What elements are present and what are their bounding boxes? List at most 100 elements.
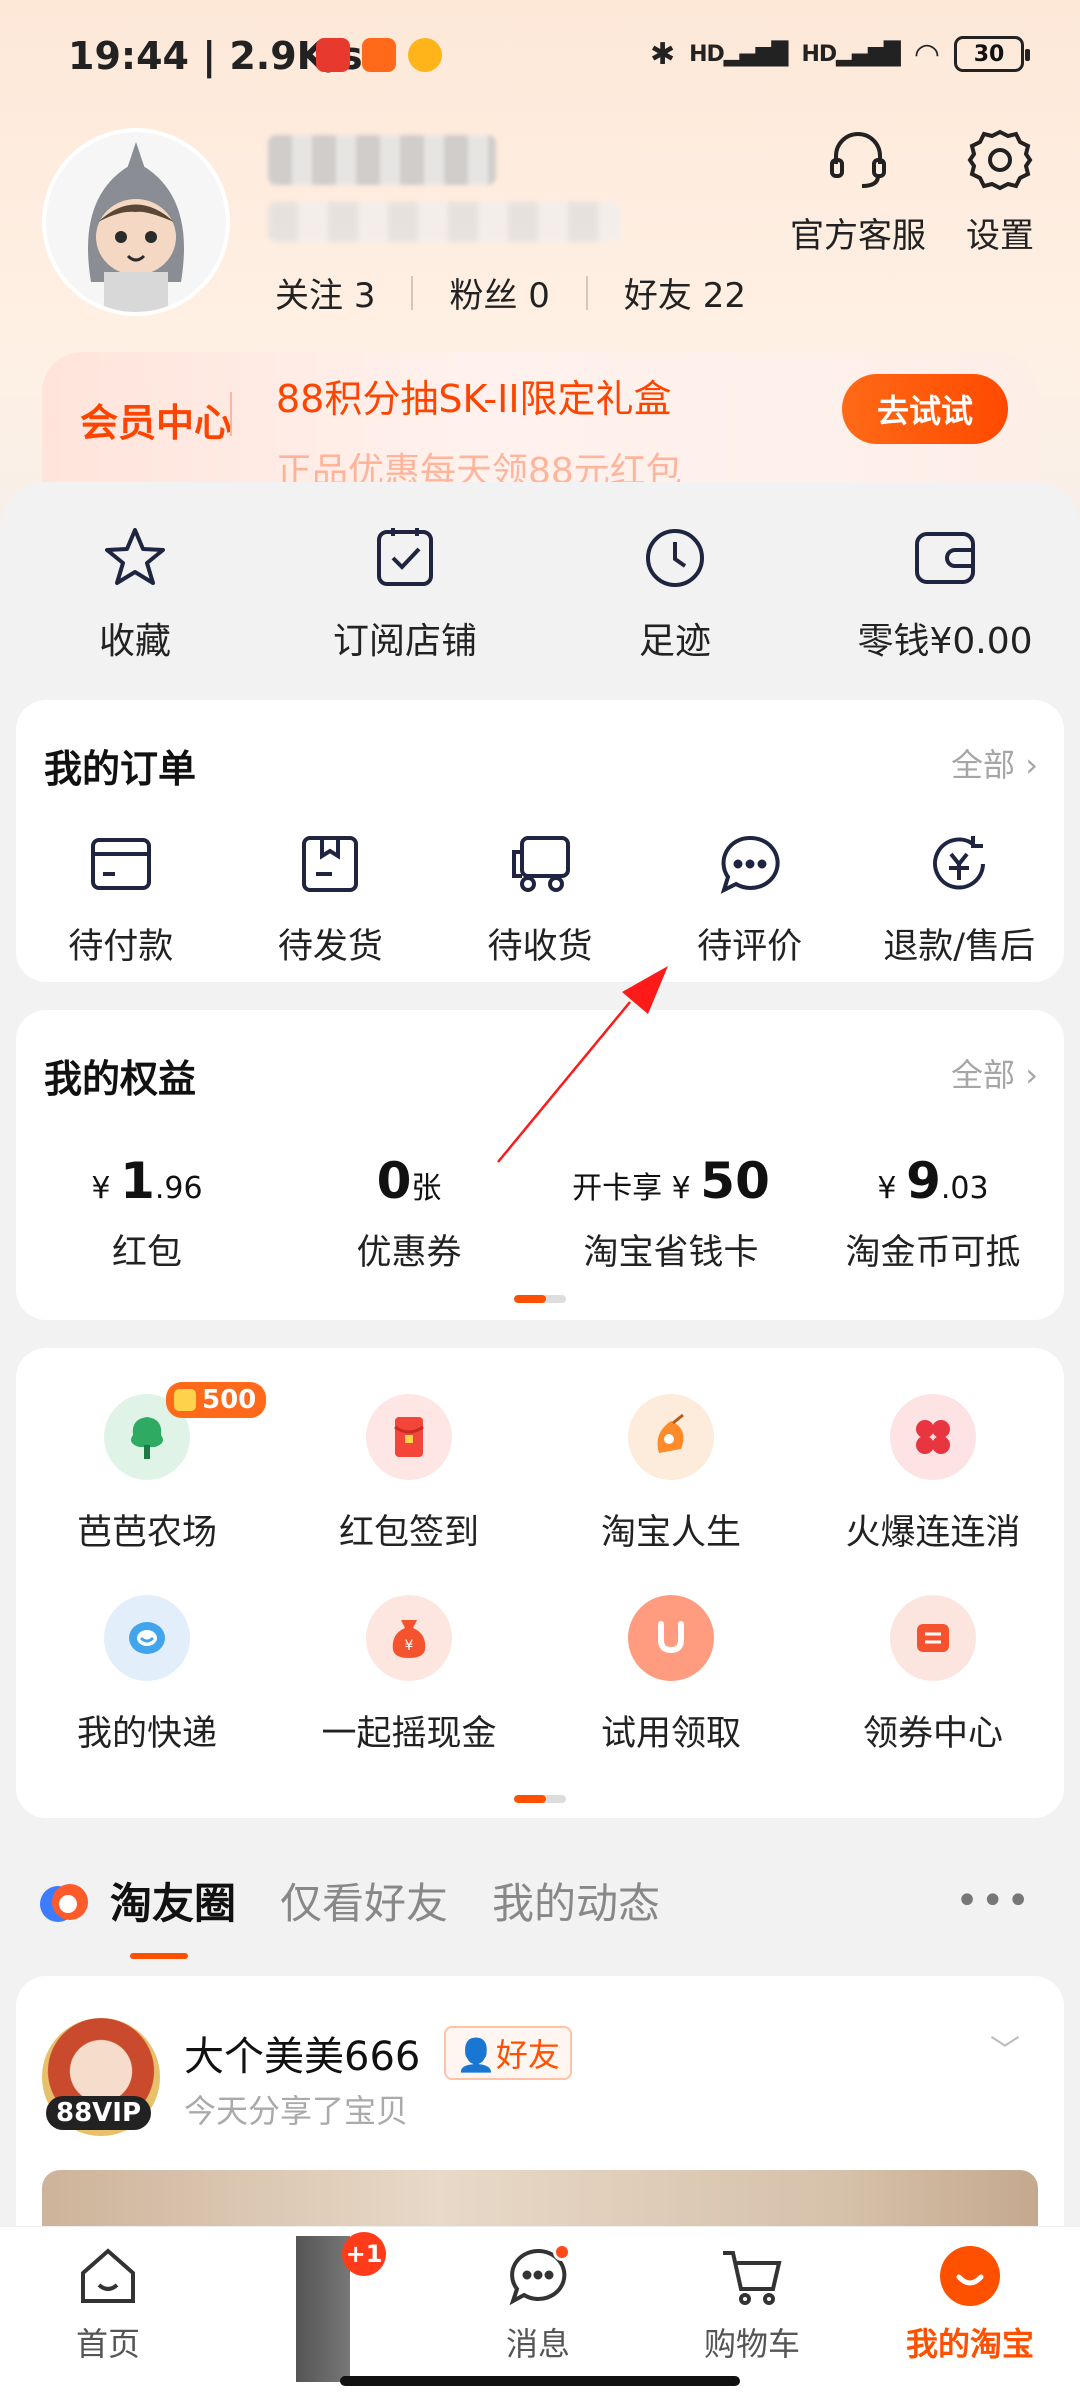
try-button[interactable]: 去试试 <box>842 374 1008 444</box>
my-equity-card: 我的权益 全部 › ¥ 1.96 红包 0张 优惠券 开卡享 ¥ 50 淘宝省钱… <box>16 1010 1064 1320</box>
footprint-button[interactable]: 足迹 <box>540 522 810 682</box>
friend-tag: 👤好友 <box>444 2026 572 2080</box>
coupon-label: 优惠券 <box>356 1233 462 1273</box>
more-options-icon[interactable]: ••• <box>955 1878 1032 1924</box>
social-stats: 关注 3 粉丝 0 好友 22 <box>275 268 746 317</box>
headset-icon <box>822 124 894 196</box>
nav-my-taobao[interactable]: 我的淘宝 <box>890 2241 1050 2365</box>
status-right: ✱ HD▂▄▆█ HD▂▄▆█ ◠ 30 <box>650 36 1030 72</box>
baba-farm-button[interactable]: 500 芭芭农场 <box>16 1382 278 1555</box>
taobao-life-button[interactable]: 淘宝人生 <box>540 1394 802 1555</box>
signal2-icon: HD▂▄▆█ <box>801 41 900 67</box>
pending-review-label: 待评价 <box>697 927 803 967</box>
tools-card: 500 芭芭农场 红包签到 淘宝人生 火爆连连消 我的快递 ¥ 一起摇现金 试用… <box>16 1348 1064 1818</box>
settings-label: 设置 <box>966 216 1034 256</box>
saving-card-prefix: 开卡享 ¥ <box>572 1171 691 1206</box>
gold-coin-equity[interactable]: ¥ 9.03 淘金币可抵 <box>802 1152 1064 1275</box>
pending-shipment-button[interactable]: 待发货 <box>226 830 436 969</box>
pending-receipt-button[interactable]: 待收货 <box>435 830 645 969</box>
tab-my-activity[interactable]: 我的动态 <box>492 1870 660 1931</box>
status-bar: 19:44 | 2.9K/s ✱ HD▂▄▆█ HD▂▄▆█ ◠ 30 <box>0 0 1080 120</box>
favorites-label: 收藏 <box>98 621 171 662</box>
follow-stat[interactable]: 关注 3 <box>275 268 375 317</box>
signal-icon: HD▂▄▆█ <box>689 41 788 67</box>
customer-service-button[interactable]: 官方客服 <box>790 124 926 257</box>
tools-grid: 500 芭芭农场 红包签到 淘宝人生 火爆连连消 我的快递 ¥ 一起摇现金 试用… <box>16 1382 1064 1756</box>
taoyou-logo-icon <box>36 1876 94 1926</box>
pending-payment-label: 待付款 <box>68 927 174 967</box>
my-orders-card: 我的订单 全部 › 待付款 待发货 待收货 待评价 退款/售后 <box>16 700 1064 982</box>
avatar[interactable] <box>42 128 230 316</box>
currency-symbol: ¥ <box>877 1171 897 1206</box>
quick-actions: 收藏 订阅店铺 足迹 零钱¥0.00 <box>0 522 1080 682</box>
subscribe-shops-button[interactable]: 订阅店铺 <box>270 522 540 682</box>
gold-coin-decimal: .03 <box>940 1171 989 1206</box>
equity-page-indicator <box>514 1295 566 1303</box>
favorites-button[interactable]: 收藏 <box>0 522 270 682</box>
trial-icon <box>628 1595 714 1681</box>
my-express-label: 我的快递 <box>76 1714 217 1754</box>
divider <box>585 275 588 310</box>
post-username[interactable]: 大个美美666 <box>184 2024 420 2082</box>
settings-button[interactable]: 设置 <box>964 124 1036 257</box>
currency-symbol: ¥ <box>91 1171 111 1206</box>
shake-cash-label: 一起摇现金 <box>321 1714 497 1754</box>
wallet-icon <box>909 522 981 594</box>
status-app-icons <box>316 38 442 72</box>
subscribe-icon <box>369 522 441 594</box>
friends-stat[interactable]: 好友 22 <box>624 268 746 317</box>
tab-taoyou[interactable]: 淘友圈 <box>110 1870 236 1959</box>
saving-card-equity[interactable]: 开卡享 ¥ 50 淘宝省钱卡 <box>540 1152 802 1275</box>
nav-home[interactable]: 首页 <box>28 2241 188 2365</box>
match-game-button[interactable]: 火爆连连消 <box>802 1394 1064 1555</box>
equity-all-link[interactable]: 全部 › <box>951 1050 1038 1096</box>
member-promo-subtext: 正品优惠每天领88元红包 <box>276 451 682 482</box>
pending-shipment-label: 待发货 <box>277 927 383 967</box>
coupon-center-label: 领券中心 <box>862 1714 1003 1754</box>
chevron-down-icon[interactable]: ﹀ <box>990 2026 1020 2070</box>
coupon-unit: 张 <box>411 1171 442 1206</box>
taobao-life-label: 淘宝人生 <box>600 1513 741 1553</box>
username-blurred <box>268 135 496 185</box>
red-packet-decimal: .96 <box>154 1171 203 1206</box>
unread-dot <box>553 2243 571 2261</box>
my-express-button[interactable]: 我的快递 <box>16 1595 278 1756</box>
tab-friends-only[interactable]: 仅看好友 <box>280 1870 448 1931</box>
truck-icon <box>506 830 574 898</box>
message-icon <box>503 2241 573 2311</box>
orders-all-link[interactable]: 全部 › <box>951 740 1038 786</box>
pending-review-button[interactable]: 待评价 <box>645 830 855 969</box>
red-packet-equity[interactable]: ¥ 1.96 红包 <box>16 1152 278 1275</box>
redpacket-checkin-button[interactable]: 红包签到 <box>278 1394 540 1555</box>
trial-button[interactable]: 试用领取 <box>540 1595 802 1756</box>
card-icon <box>87 830 155 898</box>
pending-receipt-label: 待收货 <box>487 927 593 967</box>
bottom-navigation: 首页 消息 购物车 我的淘宝 <box>0 2226 1080 2400</box>
feed-post-card[interactable]: 88VIP 大个美美666 👤好友 今天分享了宝贝 ﹀ <box>16 1976 1064 2226</box>
nav-home-label: 首页 <box>75 2325 140 2363</box>
vip-badge: 88VIP <box>46 2096 152 2130</box>
clock-icon <box>639 522 711 594</box>
shake-cash-button[interactable]: ¥ 一起摇现金 <box>278 1595 540 1756</box>
wifi-icon: ◠ <box>913 36 940 72</box>
refund-aftersale-button[interactable]: 退款/售后 <box>854 830 1064 969</box>
nav-my-taobao-label: 我的淘宝 <box>905 2325 1034 2363</box>
nav-messages[interactable]: 消息 <box>458 2241 618 2365</box>
nav-cart-label: 购物车 <box>703 2325 800 2363</box>
chat-icon <box>716 830 784 898</box>
redpacket-icon <box>366 1394 452 1480</box>
nav-cart[interactable]: 购物车 <box>672 2241 832 2365</box>
coupon-equity[interactable]: 0张 优惠券 <box>278 1152 540 1275</box>
member-center-banner[interactable]: 会员中心 88积分抽SK-II限定礼盒 正品优惠每天领88元红包 去试试 <box>42 352 1038 482</box>
post-subtitle: 今天分享了宝贝 <box>184 2092 409 2130</box>
post-image[interactable] <box>42 2170 1038 2226</box>
wallet-button[interactable]: 零钱¥0.00 <box>810 522 1080 682</box>
fans-stat[interactable]: 粉丝 0 <box>449 268 549 317</box>
home-icon <box>73 2241 143 2311</box>
life-icon <box>628 1394 714 1480</box>
coupon-center-button[interactable]: 领券中心 <box>802 1595 1064 1756</box>
home-indicator[interactable] <box>340 2376 740 2386</box>
gear-icon <box>964 124 1036 196</box>
saving-card-label: 淘宝省钱卡 <box>583 1233 759 1273</box>
pending-payment-button[interactable]: 待付款 <box>16 830 226 969</box>
